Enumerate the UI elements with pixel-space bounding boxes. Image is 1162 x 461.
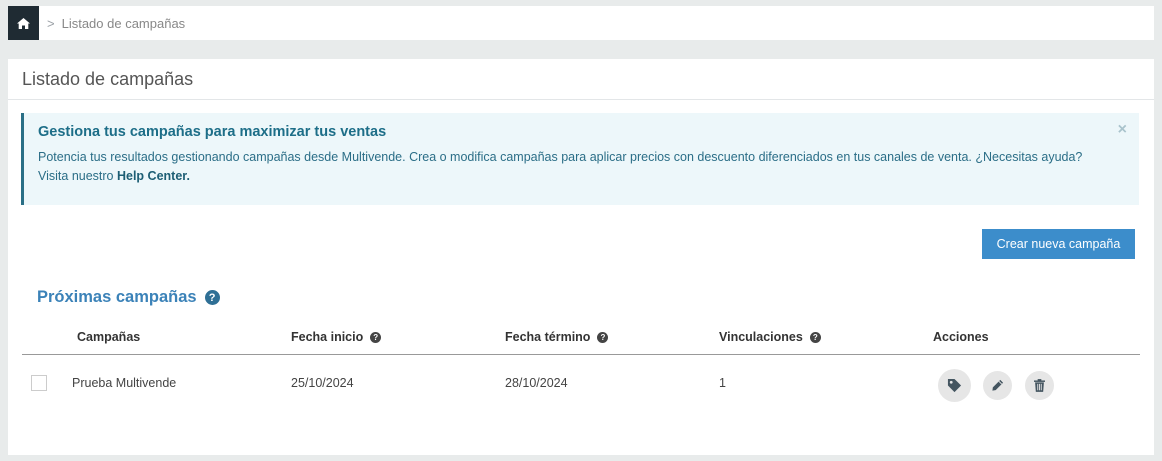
column-label: Vinculaciones	[719, 330, 803, 344]
help-center-link[interactable]: Help Center.	[117, 169, 190, 183]
column-label: Fecha inicio	[291, 330, 364, 344]
edit-button[interactable]	[983, 371, 1012, 400]
column-header-end-date: Fecha término ?	[505, 330, 609, 344]
help-icon[interactable]: ?	[204, 290, 220, 305]
breadcrumb: > Listado de campañas	[8, 6, 1154, 40]
pencil-icon	[992, 379, 1004, 391]
column-header-start-date: Fecha inicio ?	[291, 330, 382, 344]
tag-button[interactable]	[938, 369, 971, 402]
breadcrumb-separator: >	[47, 15, 55, 31]
alert-message: Potencia tus resultados gestionando camp…	[38, 150, 1083, 183]
section-title: Próximas campañas ?	[37, 288, 220, 307]
start-date: 25/10/2024	[291, 376, 354, 390]
row-checkbox[interactable]	[31, 375, 47, 391]
panel-header: Listado de campañas	[8, 59, 1154, 100]
alert-text: Potencia tus resultados gestionando camp…	[38, 148, 1125, 186]
alert-title: Gestiona tus campañas para maximizar tus…	[38, 124, 387, 140]
create-campaign-button[interactable]: Crear nueva campaña	[982, 229, 1135, 259]
column-header-actions: Acciones	[933, 330, 989, 344]
table-divider	[22, 354, 1140, 355]
column-header-campaigns: Campañas	[77, 330, 140, 344]
campaign-name: Prueba Multivende	[72, 376, 177, 390]
campaigns-panel: Listado de campañas Gestiona tus campaña…	[8, 59, 1154, 455]
breadcrumb-current: Listado de campañas	[61, 15, 186, 31]
info-alert: Gestiona tus campañas para maximizar tus…	[21, 113, 1139, 205]
help-icon[interactable]: ?	[809, 331, 821, 343]
home-icon	[17, 17, 30, 29]
help-icon[interactable]: ?	[597, 331, 609, 343]
close-icon[interactable]: ×	[1118, 121, 1127, 139]
end-date: 28/10/2024	[505, 376, 568, 390]
delete-button[interactable]	[1025, 371, 1054, 400]
section-title-text: Próximas campañas	[37, 288, 197, 306]
column-header-links: Vinculaciones ?	[719, 330, 821, 344]
column-label: Fecha término	[505, 330, 591, 344]
links-count: 1	[719, 376, 726, 390]
trash-icon	[1034, 379, 1045, 392]
help-icon[interactable]: ?	[370, 331, 382, 343]
tag-icon	[947, 378, 962, 393]
column-label: Campañas	[77, 330, 141, 344]
home-button[interactable]	[8, 6, 39, 40]
column-label: Acciones	[933, 330, 989, 344]
page-title: Listado de campañas	[22, 68, 194, 89]
